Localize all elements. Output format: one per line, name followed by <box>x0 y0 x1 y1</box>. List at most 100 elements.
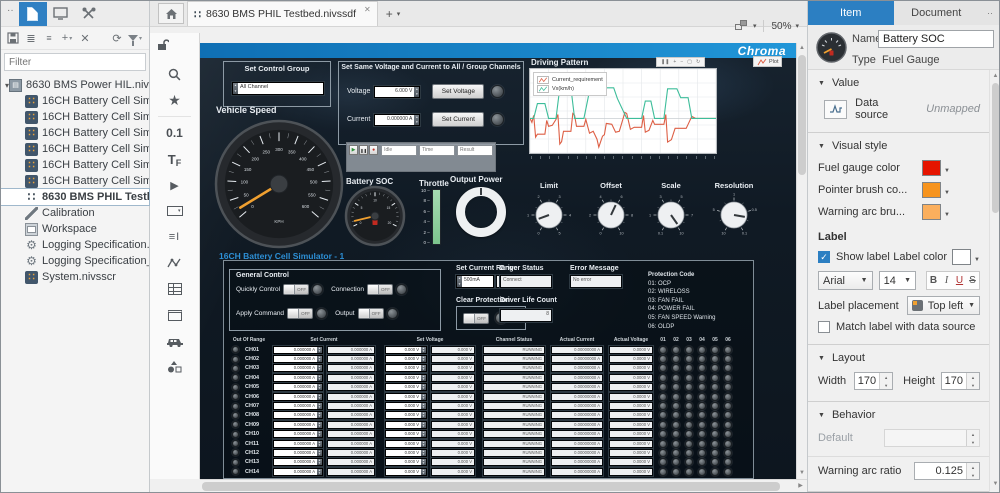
toggle-switch[interactable]: OFF <box>283 284 309 295</box>
set-current-input[interactable]: 0.000000 A▲▼ <box>273 449 323 457</box>
knob-resolution[interactable]: Resolution10510.50.1 <box>699 181 769 248</box>
palette-boolean[interactable]: TF <box>150 146 199 172</box>
filter-icon[interactable]: ▾ <box>126 29 144 47</box>
new-tab-button[interactable]: + <box>386 7 393 21</box>
filter-box[interactable] <box>4 53 146 71</box>
palette-dropdown-control[interactable]: ▾ <box>150 198 199 224</box>
palette-numeric[interactable]: 0.1 <box>150 120 199 146</box>
tree-item[interactable]: ∷16CH Battery Cell Simulator -... <box>1 125 149 141</box>
section-behavior[interactable]: ▼Behavior <box>808 402 990 426</box>
set-voltage-input[interactable]: 0.000 V▲▼ <box>385 383 427 391</box>
knob-dial[interactable]: 10510.50.1 <box>706 191 762 243</box>
palette-automotive[interactable] <box>150 328 199 354</box>
zoom-dropdown-icon[interactable]: ▾ <box>795 22 799 30</box>
chevron-down-icon[interactable]: ▼ <box>944 168 950 176</box>
horizontal-scroll-thumb[interactable] <box>202 482 780 491</box>
set-voltage-input[interactable]: 0.000 V▲▼ <box>385 440 427 448</box>
save-icon[interactable] <box>4 29 22 47</box>
data-source-button[interactable] <box>824 100 847 119</box>
set-current-input[interactable]: 0.000000 A▲▼ <box>273 421 323 429</box>
set-voltage-input[interactable]: 0.000 V▲▼ <box>385 421 427 429</box>
palette-graph[interactable] <box>150 250 199 276</box>
tab-list-dropdown-icon[interactable]: ▾ <box>397 10 401 18</box>
bold-button[interactable]: B <box>927 272 940 289</box>
throttle-slider[interactable]: 10 –8 –6 –4 –2 –0 – <box>421 189 441 245</box>
tab-item[interactable]: Item <box>808 1 894 25</box>
warning-arc-ratio-spinner[interactable]: 0.125▲▼ <box>914 462 980 480</box>
throttle-bar[interactable] <box>432 189 441 245</box>
strikethrough-button[interactable]: S <box>966 272 979 289</box>
width-spinner[interactable]: 170▲▼ <box>854 372 893 390</box>
set-current-input[interactable]: 0.000000 A▲▼ <box>273 393 323 401</box>
set-voltage-input[interactable]: 0.000 V▲▼ <box>385 458 427 466</box>
current-input[interactable]: 0.000000 A▲▼ <box>374 114 420 126</box>
tree-item[interactable]: ⚙Logging Specification.nivslspec <box>1 237 149 253</box>
set-voltage-input[interactable]: 0.000 V▲▼ <box>385 374 427 382</box>
toggle-switch[interactable]: OFF <box>358 308 384 319</box>
add-icon[interactable]: +▾ <box>58 29 76 47</box>
tree-item[interactable]: ∷16CH Battery Cell Simulator -... <box>1 93 149 109</box>
set-voltage-input[interactable]: 0.000 V▲▼ <box>385 402 427 410</box>
overflow-dots-icon[interactable]: ·· <box>1 5 19 22</box>
set-current-input[interactable]: 0.000000 A▲▼ <box>273 364 323 372</box>
set-voltage-input[interactable]: 0.000 V▲▼ <box>385 468 427 476</box>
match-label-checkbox[interactable] <box>818 321 830 333</box>
chevron-down-icon[interactable]: ▼ <box>944 190 950 198</box>
knob-dial[interactable]: 012345 <box>521 191 577 243</box>
inspector-scroll-thumb[interactable] <box>992 83 999 213</box>
palette-lock[interactable] <box>150 33 199 55</box>
tree-item[interactable]: ∷16CH Battery Cell Simulator -... <box>1 173 149 189</box>
palette-container[interactable] <box>150 302 199 328</box>
set-voltage-input[interactable]: 0.000 V▲▼ <box>385 393 427 401</box>
run-button[interactable]: ▶ <box>349 145 358 155</box>
home-button[interactable] <box>158 3 184 24</box>
list-view-icon[interactable]: ≡ <box>40 29 58 47</box>
height-spinner[interactable]: 170▲▼ <box>941 372 980 390</box>
chevron-down-icon[interactable]: ▼ <box>974 257 980 265</box>
toggle-switch[interactable]: OFF <box>287 308 313 319</box>
show-label-checkbox[interactable]: ✓ <box>818 251 830 263</box>
knob-dial[interactable]: 0246810 <box>583 191 639 243</box>
current-range-spinner[interactable]: ▲▼ 500mA <box>456 275 494 288</box>
set-voltage-input[interactable]: 0.000 V▲▼ <box>385 364 427 372</box>
inspector-overflow-icon[interactable]: ·· <box>979 1 1000 25</box>
close-tab-icon[interactable]: ✕ <box>364 2 371 14</box>
set-voltage-button[interactable]: Set Voltage <box>432 84 484 99</box>
fit-icon[interactable]: ▢ <box>687 59 692 65</box>
label-color-swatch[interactable] <box>952 249 971 265</box>
palette-table[interactable] <box>150 276 199 302</box>
tab-screens[interactable] <box>47 2 75 26</box>
pause-button[interactable]: ❚❚ <box>359 145 368 155</box>
output-power-knob[interactable] <box>456 187 506 237</box>
zoom-in-icon[interactable]: + <box>673 59 676 65</box>
section-value[interactable]: ▼Value <box>808 70 990 94</box>
item-name-input[interactable] <box>878 30 994 48</box>
knob-scale[interactable]: Scale0.1135710 <box>636 181 706 248</box>
set-current-button[interactable]: Set Current <box>432 112 484 127</box>
tree-item[interactable]: ∷16CH Battery Cell Simulator -... <box>1 157 149 173</box>
tab-project-files[interactable] <box>19 2 47 26</box>
transport-field-result[interactable]: Result <box>457 145 493 156</box>
tree-item[interactable]: ⚙Logging Specification_2.nivsls... <box>1 253 149 269</box>
underline-button[interactable]: U <box>953 272 966 289</box>
plot-legend-chip[interactable]: Plot <box>753 56 782 67</box>
palette-search[interactable] <box>150 61 199 87</box>
section-layout[interactable]: ▼Layout <box>808 345 990 369</box>
scroll-up-icon[interactable]: ▲ <box>797 43 807 54</box>
tab-document[interactable]: Document <box>894 1 980 25</box>
layers-dropdown-icon[interactable]: ▾ <box>753 22 757 30</box>
knob-dial[interactable]: 0.1135710 <box>643 191 699 243</box>
set-current-input[interactable]: 0.000000 A▲▼ <box>273 468 323 476</box>
set-current-input[interactable]: 0.000000 A▲▼ <box>273 383 323 391</box>
refresh-icon[interactable]: ⟳ <box>108 29 126 47</box>
set-current-input[interactable]: 0.000000 A▲▼ <box>273 355 323 363</box>
warning-arc-color-swatch[interactable] <box>922 204 941 220</box>
pointer-brush-color-swatch[interactable] <box>922 182 941 198</box>
reset-icon[interactable]: ↻ <box>696 59 700 65</box>
canvas-horizontal-scrollbar[interactable]: ▶ <box>200 479 807 492</box>
filter-input[interactable] <box>9 57 141 68</box>
label-placement-combo[interactable]: Top left ▼ <box>907 296 980 315</box>
tree-item[interactable]: ▾▤8630 BMS Power HIL.nivsprj <box>1 77 149 93</box>
knob-limit[interactable]: Limit012345 <box>514 181 584 248</box>
palette-favorites[interactable]: ★ <box>150 87 199 113</box>
